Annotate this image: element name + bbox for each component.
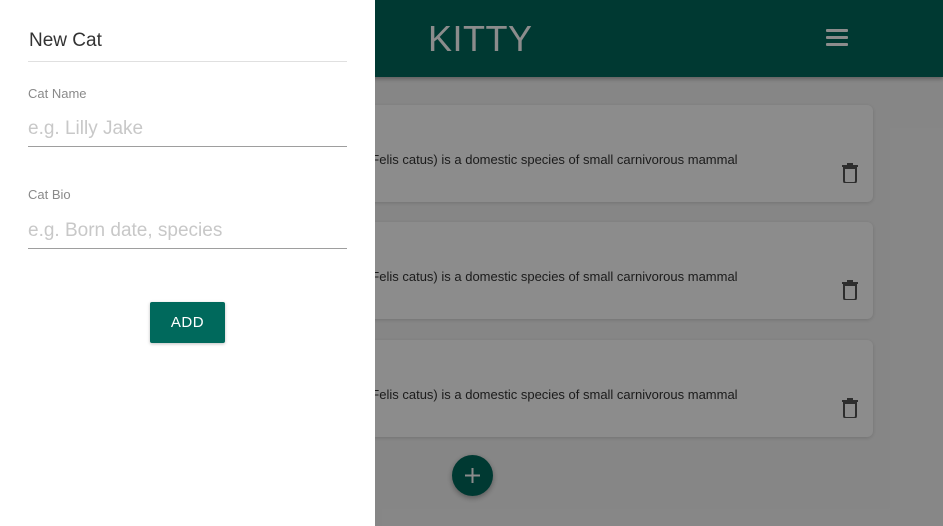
drawer-title: New Cat [29,30,102,51]
divider [28,61,347,62]
cat-name-input[interactable] [28,112,347,147]
cat-bio-label: Cat Bio [28,187,71,202]
cat-bio-input[interactable] [28,214,347,249]
page: KITTY The cat (Felis catus) is a domesti… [0,0,943,526]
cat-name-label: Cat Name [28,86,87,101]
new-cat-drawer: New Cat Cat Name Cat Bio ADD [0,0,375,526]
add-button[interactable]: ADD [150,302,225,343]
